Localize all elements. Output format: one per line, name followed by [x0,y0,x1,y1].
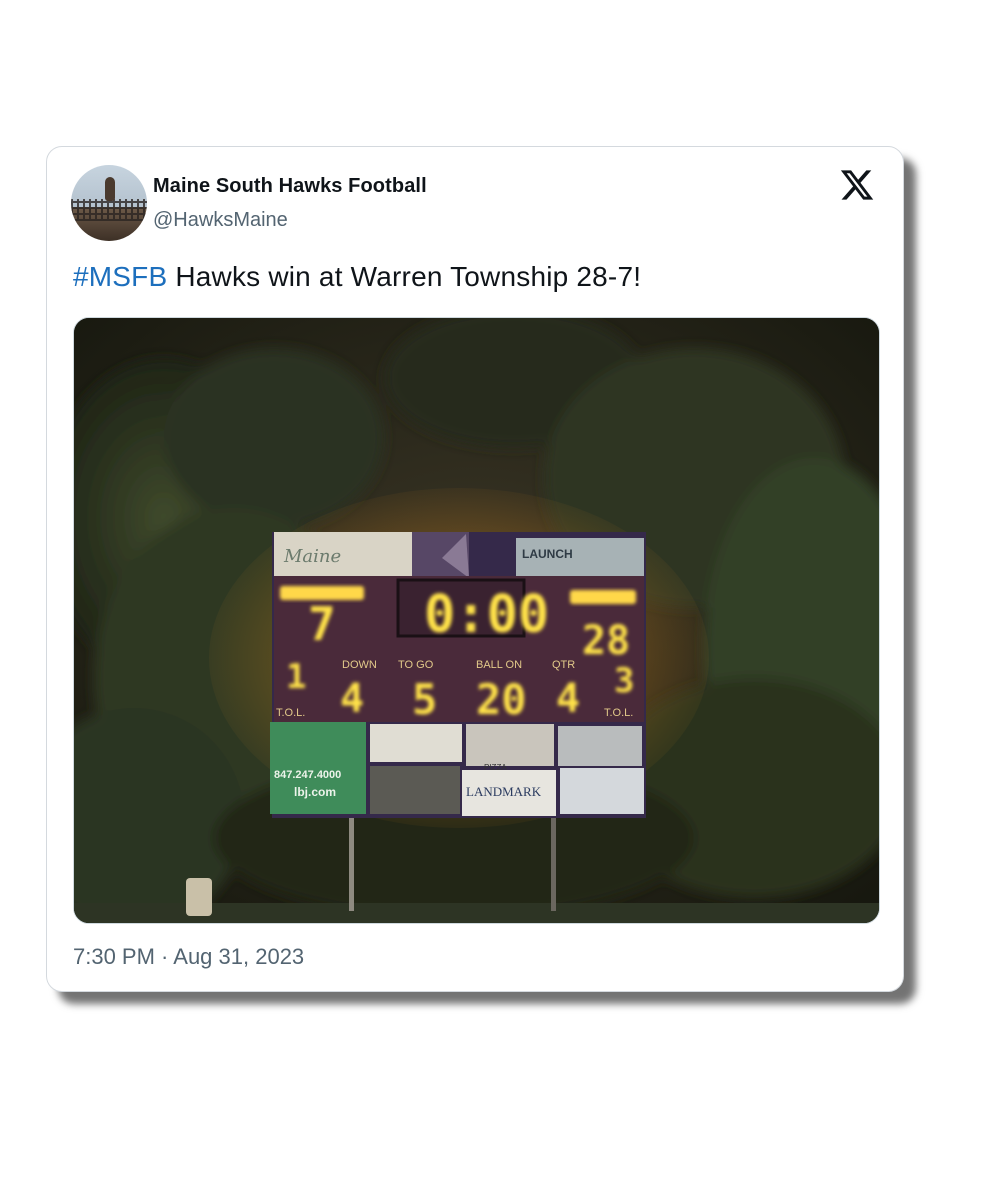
ball-on-value: 20 [476,675,527,724]
sponsor-launch: LAUNCH [522,547,573,561]
to-go-value: 5 [412,675,437,724]
qtr-label: QTR [552,659,575,671]
page: Maine South Hawks Football @HawksMaine #… [0,0,996,1177]
tweet-timestamp[interactable]: 7:30 PM · Aug 31, 2023 [73,944,304,970]
avatar-hawk [105,177,115,201]
guest-tol-label: T.O.L. [276,707,305,719]
hashtag-link[interactable]: #MSFB [73,261,167,292]
tweet-text: #MSFB Hawks win at Warren Township 28-7! [73,261,641,293]
game-clock: 0:00 [424,585,549,645]
down-label: DOWN [342,659,377,671]
x-logo-icon[interactable] [839,167,875,203]
author-name[interactable]: Maine South Hawks Football [153,175,427,198]
home-tol: 3 [614,661,634,701]
down-value: 4 [340,676,364,722]
home-tol-label: T.O.L. [604,707,633,719]
tweet-card[interactable]: Maine South Hawks Football @HawksMaine #… [46,146,904,992]
scoreboard-pole-left [349,816,354,911]
ball-on-label: BALL ON [476,659,522,671]
author-avatar[interactable] [71,165,147,241]
author-handle[interactable]: @HawksMaine [153,209,288,232]
tweet-photo[interactable]: Maine LAUNCH 7 0:00 28 1 4 5 20 4 3 DOWN… [73,317,880,924]
field-object [186,878,212,916]
avatar-fence [71,199,147,221]
scoreboard-pole-right [551,816,556,911]
tweet-body: Hawks win at Warren Township 28-7! [167,261,642,292]
scoreboard: Maine LAUNCH 7 0:00 28 1 4 5 20 4 3 DOWN… [270,532,646,818]
sponsor-main: Maine [283,546,341,567]
guest-tol: 1 [286,657,306,697]
qtr-value: 4 [556,676,580,722]
sponsor-web: lbj.com [294,785,336,799]
to-go-label: TO GO [398,659,434,671]
sponsor-landmark: LANDMARK [466,784,542,799]
home-score: 28 [582,618,630,664]
guest-score: 7 [308,597,336,651]
sponsor-phone: 847.247.4000 [274,769,341,781]
scoreboard-photo: Maine LAUNCH 7 0:00 28 1 4 5 20 4 3 DOWN… [74,318,879,923]
